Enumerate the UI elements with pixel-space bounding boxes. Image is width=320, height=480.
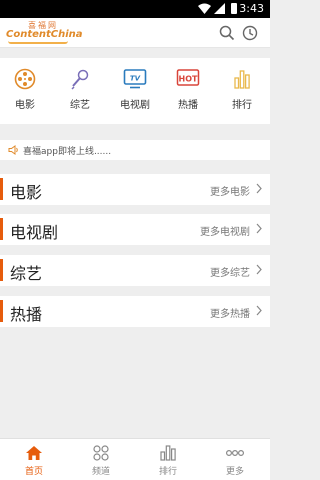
category-tv-series[interactable]: TV 电视剧 (110, 58, 160, 118)
more-movie-link[interactable]: 更多电影 (210, 183, 250, 198)
category-variety[interactable]: 综艺 (55, 58, 105, 118)
history-clock-icon[interactable] (242, 25, 258, 41)
section-accent-bar (0, 218, 3, 240)
home-icon (26, 446, 42, 460)
nav-label: 排行 (158, 467, 177, 477)
microphone-icon (71, 69, 89, 90)
app-logo[interactable]: 喜福网 ContentChina (6, 20, 83, 46)
category-hot[interactable]: HOT 热播 (163, 58, 213, 118)
section-title: 热播 (10, 305, 43, 324)
nav-more[interactable]: 更多 (201, 439, 269, 480)
hot-icon: HOT (176, 69, 200, 86)
category-label: 电视剧 (120, 100, 150, 111)
nav-label: 首页 (24, 467, 43, 477)
notice-text: 喜福app即将上线...... (23, 147, 112, 157)
svg-text:TV: TV (130, 75, 141, 83)
category-label: 综艺 (70, 100, 90, 111)
nav-label: 频道 (91, 467, 110, 477)
svg-text:HOT: HOT (179, 75, 198, 84)
logo-swoosh (8, 41, 68, 44)
channels-grid-icon (93, 445, 109, 461)
section-variety: 综艺 更多综艺 (0, 255, 270, 286)
bottom-nav: 首页 频道 排行 更多 (0, 438, 270, 480)
chevron-right-icon[interactable] (256, 264, 262, 275)
speaker-icon (8, 145, 18, 155)
nav-ranking[interactable]: 排行 (134, 439, 202, 480)
search-icon[interactable] (219, 25, 235, 41)
section-tv-series: 电视剧 更多电视剧 (0, 214, 270, 245)
section-movie: 电影 更多电影 (0, 174, 270, 205)
chevron-right-icon[interactable] (256, 223, 262, 234)
section-title: 电视剧 (10, 223, 59, 242)
more-dots-icon (225, 449, 245, 457)
battery-icon (231, 3, 237, 14)
nav-label: 更多 (225, 467, 244, 477)
category-ranking[interactable]: 排行 (217, 58, 267, 118)
chevron-right-icon[interactable] (256, 183, 262, 194)
tv-icon: TV (123, 69, 147, 89)
category-label: 电影 (15, 100, 35, 111)
bar-chart-icon (234, 70, 250, 89)
category-label: 排行 (232, 100, 252, 111)
category-bar: 电影 综艺 TV 电视剧 HOT 热播 排行 (0, 58, 270, 124)
signal-icon (214, 3, 225, 14)
more-tv-series-link[interactable]: 更多电视剧 (200, 223, 250, 238)
category-movie[interactable]: 电影 (0, 58, 50, 118)
logo-en-text: ContentChina (6, 29, 83, 40)
section-hot: 热播 更多热播 (0, 296, 270, 327)
app-header: 喜福网 ContentChina (0, 18, 270, 48)
status-time: 3:43 (239, 2, 264, 15)
more-hot-link[interactable]: 更多热播 (210, 305, 250, 320)
section-accent-bar (0, 259, 3, 281)
status-bar: 3:43 (0, 0, 270, 18)
nav-home[interactable]: 首页 (0, 439, 68, 480)
nav-channels[interactable]: 频道 (67, 439, 135, 480)
film-reel-icon (14, 68, 36, 90)
ranking-icon (160, 445, 176, 461)
section-accent-bar (0, 178, 3, 200)
category-label: 热播 (178, 100, 198, 111)
more-variety-link[interactable]: 更多综艺 (210, 264, 250, 279)
notice-bar[interactable]: 喜福app即将上线...... (0, 140, 270, 160)
section-title: 电影 (10, 183, 43, 202)
chevron-right-icon[interactable] (256, 305, 262, 316)
wifi-icon (198, 3, 211, 14)
section-title: 综艺 (10, 264, 43, 283)
section-accent-bar (0, 300, 3, 322)
